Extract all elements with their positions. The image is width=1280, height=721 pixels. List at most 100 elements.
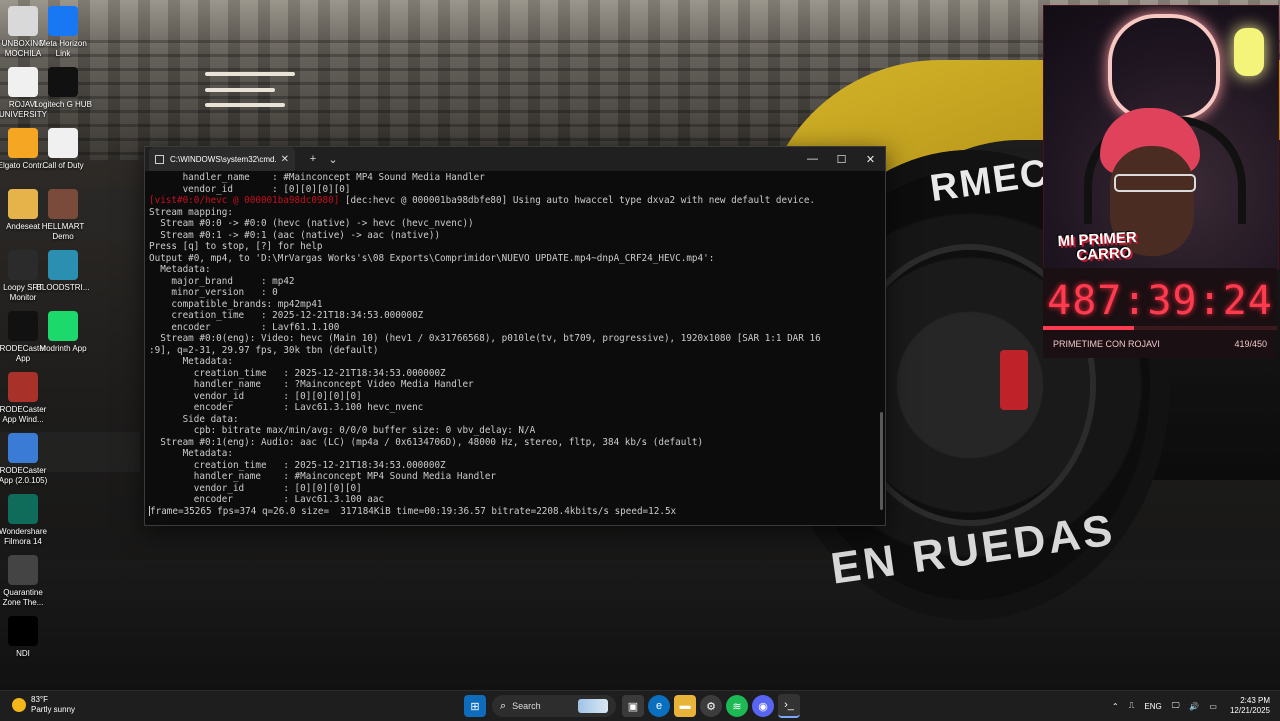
terminal-line-text: vendor_id : [0][0][0][0] [149, 390, 362, 402]
chevron-down-icon[interactable]: ⌄ [323, 153, 343, 166]
logitech-icon [48, 67, 78, 97]
terminal-line-text: handler_name : ?Mainconcept Video Media … [149, 379, 474, 390]
light-strip [205, 72, 295, 76]
terminal-line-text: Metadata: [149, 356, 233, 367]
terminal-line-text: Stream #0:0(eng): Video: hevc (Main 10) … [149, 333, 821, 344]
start-icon[interactable]: ⊞ [464, 695, 486, 717]
usb-icon[interactable]: ⎍ [1129, 701, 1135, 711]
terminal-line: Stream #0:1(eng): Audio: aac (LC) (mp4a … [149, 437, 875, 449]
desktop-icon-label: Quarantine Zone The... [2, 588, 44, 607]
desktop-icon[interactable]: NDI [0, 616, 52, 659]
weather-widget[interactable]: 83°F Partly sunny [12, 695, 75, 715]
desktop-icon[interactable]: Wondershare Filmora 14 [0, 494, 52, 547]
weather-temp: 83°F [31, 695, 48, 704]
game-icon [48, 250, 78, 280]
terminal-line: vendor_id : [0][0][0][0] [149, 483, 875, 495]
terminal-line: creation_time : 2025-12-21T18:34:53.0000… [149, 368, 875, 380]
terminal-line-text: encoder : Lavf61.1.100 [149, 321, 340, 333]
filmora-icon [8, 494, 38, 524]
terminal-line: minor_version : 0 [149, 287, 875, 299]
battery-icon[interactable]: ▭ [1209, 702, 1217, 711]
terminal-line-text: Stream #0:1(eng): Audio: aac (LC) (mp4a … [149, 436, 704, 448]
terminal-tab[interactable]: C:\WINDOWS\system32\cmd. ✕ [149, 147, 295, 171]
terminal-scrollbar[interactable] [880, 412, 883, 510]
terminal-line-text: vendor_id : [0][0][0][0] [149, 183, 351, 195]
terminal-line: encoder : Lavc61.3.100 aac [149, 494, 875, 506]
game-icon [48, 189, 78, 219]
desktop-icon[interactable]: Modrinth App [34, 311, 92, 354]
desktop-icon[interactable]: RODECaster App Wind... [0, 372, 52, 425]
terminal-line: Stream mapping: [149, 207, 875, 219]
terminal-line: :9], q=2-31, 29.97 fps, 30k tbn (default… [149, 345, 875, 357]
terminal-line-text: handler_name : #Mainconcept MP4 Sound Me… [149, 471, 497, 482]
terminal-line: compatible_brands: mp42mp41 [149, 299, 875, 311]
desktop-icon-label: HELLMART Demo [41, 222, 85, 241]
new-tab-button[interactable]: + [303, 153, 323, 165]
window-controls: — ☐ ✕ [798, 147, 885, 171]
goal-caption: PRIMETIME CON ROJAVI [1053, 339, 1160, 349]
terminal-line: Press [q] to stop, [?] for help [149, 241, 875, 253]
close-button[interactable]: ✕ [856, 147, 885, 171]
clock-date: 12/21/2025 [1229, 706, 1270, 715]
spotify-icon[interactable]: ≋ [726, 695, 748, 717]
maximize-button[interactable]: ☐ [827, 147, 856, 171]
terminal-line-text: handler_name : #Mainconcept MP4 Sound Me… [149, 172, 485, 183]
document-icon [48, 128, 78, 158]
volume-icon[interactable]: 🔊 [1189, 702, 1199, 711]
desktop-icon[interactable]: Call of Duty [34, 128, 92, 171]
minimize-button[interactable]: — [798, 147, 827, 171]
desktop-icon-label: Call of Duty [42, 161, 84, 170]
terminal-tab-title: C:\WINDOWS\system32\cmd. [170, 154, 277, 164]
file-explorer-icon[interactable]: ▬ [674, 695, 696, 717]
desktop-icon[interactable]: HELLMART Demo [34, 189, 92, 242]
terminal-output[interactable]: handler_name : #Mainconcept MP4 Sound Me… [149, 172, 875, 523]
terminal-line: major_brand : mp42 [149, 276, 875, 288]
terminal-line: handler_name : #Mainconcept MP4 Sound Me… [149, 172, 875, 184]
desktop-icon[interactable]: RODECaster App (2.0.105) [0, 433, 52, 486]
ground [0, 560, 1280, 690]
terminal-line: encoder : Lavc61.3.100 hevc_nvenc [149, 402, 875, 414]
cmd-icon [155, 154, 164, 164]
terminal-line-text: Stream mapping: [149, 206, 233, 218]
network-icon[interactable]: 🖵 [1172, 701, 1180, 711]
game-icon [8, 555, 38, 585]
terminal-line-text: compatible_brands: mp42mp41 [149, 298, 323, 310]
terminal-line-text: creation_time : 2025-12-21T18:34:53.0000… [149, 459, 446, 471]
ndi-icon [8, 616, 38, 646]
terminal-line: Output #0, mp4, to 'D:\MrVargas Works's\… [149, 253, 875, 265]
terminal-line-text: vendor_id : [0][0][0][0] [149, 482, 362, 494]
desktop-icon[interactable]: Logitech G HUB [34, 67, 92, 110]
terminal-icon[interactable]: ›_ [778, 694, 800, 718]
terminal-titlebar[interactable]: C:\WINDOWS\system32\cmd. ✕ + ⌄ — ☐ ✕ [145, 147, 885, 171]
terminal-window[interactable]: C:\WINDOWS\system32\cmd. ✕ + ⌄ — ☐ ✕ han… [144, 146, 886, 526]
terminal-line-text: Metadata: [149, 448, 233, 459]
desktop-icon[interactable]: Quarantine Zone The... [0, 555, 52, 608]
desktop-icon[interactable]: BLOODSTRI... [34, 250, 92, 293]
winrar-icon [8, 372, 38, 402]
terminal-line: handler_name : ?Mainconcept Video Media … [149, 379, 875, 391]
settings-gear-icon[interactable]: ⚙ [700, 695, 722, 717]
desktop-icon-label: Wondershare Filmora 14 [0, 527, 47, 546]
terminal-line: Stream #0:0 -> #0:0 (hevc (native) -> he… [149, 218, 875, 230]
task-view-icon[interactable]: ▣ [622, 695, 644, 717]
search-box[interactable]: ⌕ Search [492, 695, 616, 717]
discord-icon[interactable]: ◉ [752, 695, 774, 717]
terminal-line-text: cpb: bitrate max/min/avg: 0/0/0 buffer s… [149, 425, 536, 436]
terminal-line-text: creation_time : 2025-12-21T18:34:53.0000… [149, 310, 424, 321]
desktop-icon[interactable]: Meta Horizon Link [34, 6, 92, 59]
ffmpeg-progress-text: frame=35265 fps=374 q=26.0 size= 317184K… [150, 505, 677, 517]
terminal-line: Stream #0:0(eng): Video: hevc (Main 10) … [149, 333, 875, 345]
terminal-line-text: encoder : Lavc61.3.100 hevc_nvenc [149, 402, 424, 413]
taskbar-apps: ⊞ ⌕ Search ▣ e ▬ ⚙ ≋ ◉ ›_ [462, 694, 802, 718]
goal-count: 419/450 [1234, 339, 1267, 349]
terminal-line: Side data: [149, 414, 875, 426]
terminal-line: Metadata: [149, 356, 875, 368]
language-indicator[interactable]: ENG [1144, 702, 1161, 711]
terminal-line: Stream #0:1 -> #0:1 (aac (native) -> aac… [149, 230, 875, 242]
ffmpeg-progress-line: frame=35265 fps=374 q=26.0 size= 317184K… [149, 506, 875, 518]
edge-icon[interactable]: e [648, 695, 670, 717]
clock[interactable]: 2:43 PM 12/21/2025 [1230, 696, 1270, 716]
terminal-line: Metadata: [149, 448, 875, 460]
tab-close-icon[interactable]: ✕ [281, 154, 289, 165]
chevron-up-icon[interactable]: ⌃ [1112, 702, 1119, 711]
